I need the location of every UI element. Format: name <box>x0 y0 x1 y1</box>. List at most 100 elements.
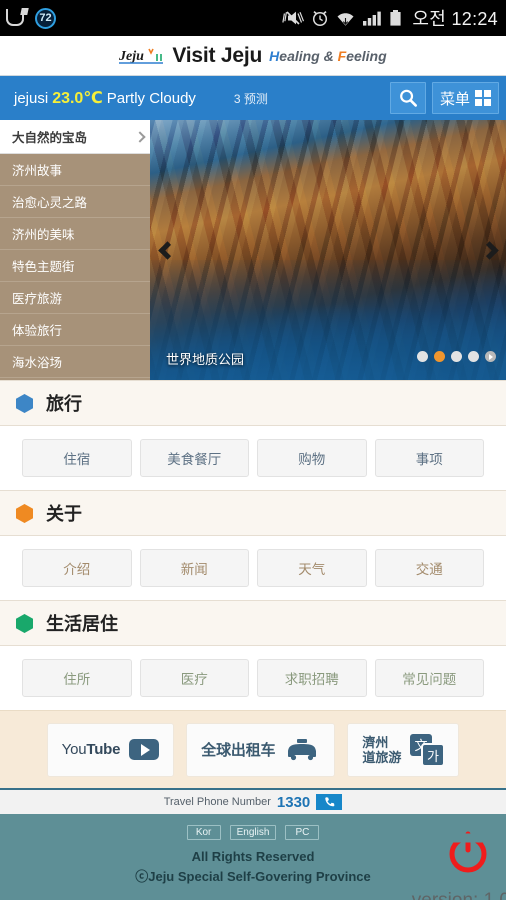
carousel-play-button[interactable] <box>485 351 496 362</box>
svg-text:가: 가 <box>427 749 439 764</box>
banner-youtube-label: YouTube <box>61 741 121 758</box>
header-actions: 菜单 <box>389 82 499 114</box>
tile-transport[interactable]: 交通 <box>374 549 484 587</box>
banner-global-taxi[interactable]: 全球出租车 <box>186 722 336 777</box>
weather-city: jejusi <box>14 89 49 107</box>
tile-faq[interactable]: 常见问题 <box>374 659 484 697</box>
alarm-icon <box>313 10 328 27</box>
weather-condition: Partly Cloudy <box>106 89 196 107</box>
banner-taxi-label: 全球出租车 <box>201 742 276 759</box>
language-switcher: Kor English PC <box>0 825 506 840</box>
svg-text:Jeju: Jeju <box>119 49 144 64</box>
travel-phone-label: Travel Phone Number <box>163 796 271 808</box>
sidebar-item-healing[interactable]: 治愈心灵之路 <box>0 186 150 218</box>
hero-caption: 世界地质公园 <box>166 352 245 367</box>
section-title: 生活居住 <box>46 614 118 634</box>
tile-restaurants[interactable]: 美食餐厅 <box>139 439 249 477</box>
sidebar-item-medical[interactable]: 医疗旅游 <box>0 282 150 314</box>
sidebar-item-label: 济州故事 <box>12 164 63 178</box>
tile-news[interactable]: 新闻 <box>139 549 249 587</box>
section-tiles-living: 住所 医疗 求职招聘 常见问题 <box>0 646 506 710</box>
sidebar-item-story[interactable]: 济州故事 <box>0 154 150 186</box>
chevron-right-icon <box>479 240 499 260</box>
status-bar: 72 오전 12:24 <box>0 0 506 36</box>
status-bar-left: 72 <box>6 7 56 29</box>
copyright-line-2: ⓒJeju Special Self-Govering Province <box>135 869 371 884</box>
youtube-play-icon <box>129 739 160 760</box>
copyright-line-1: All Rights Reserved <box>191 849 315 864</box>
hexagon-blue-icon <box>16 393 33 413</box>
wifi-icon <box>337 13 354 26</box>
section-tiles-travel: 住宿 美食餐厅 购物 事项 <box>0 426 506 490</box>
hero-category-sidebar: 大自然的宝岛 济州故事 治愈心灵之路 济州的美味 特色主题街 医疗旅游 体验旅行… <box>0 120 150 380</box>
chevron-left-icon <box>157 240 177 260</box>
weather-bar: jejusi 23.0℃ Partly Cloudy 3 预测 菜单 <box>0 76 506 120</box>
menu-button[interactable]: 菜单 <box>431 82 499 114</box>
tile-housing[interactable]: 住所 <box>22 659 132 697</box>
jeju-logo-icon: Jeju <box>119 48 164 64</box>
section-title: 关于 <box>46 504 82 524</box>
sidebar-item-experience[interactable]: 体验旅行 <box>0 314 150 346</box>
status-bar-right: 오전 12:24 <box>282 5 498 31</box>
sidebar-item-label: 特色主题街 <box>12 260 75 274</box>
tile-shopping[interactable]: 购物 <box>257 439 367 477</box>
travel-phone-number: 1330 <box>276 793 311 811</box>
hero-carousel: 大自然的宝岛 济州故事 治愈心灵之路 济州的美味 特色主题街 医疗旅游 体验旅行… <box>0 120 506 380</box>
section-header-about: 关于 <box>0 490 506 536</box>
lang-button-pc[interactable]: PC <box>285 825 320 840</box>
call-button[interactable] <box>316 794 343 810</box>
tile-medical[interactable]: 医疗 <box>139 659 249 697</box>
carousel-prev-button[interactable] <box>154 230 180 270</box>
sidebar-item-label: 医疗旅游 <box>12 292 63 306</box>
mute-vibrate-icon <box>282 11 305 25</box>
version-label: version: 1.0 <box>412 890 506 900</box>
section-header-living: 生活居住 <box>0 600 506 646</box>
sidebar-item-label: 治愈心灵之路 <box>12 196 88 210</box>
carousel-dot-active[interactable] <box>434 351 445 362</box>
tile-accommodation[interactable]: 住宿 <box>22 439 132 477</box>
section-header-travel: 旅行 <box>0 380 506 426</box>
carousel-dot[interactable] <box>417 351 428 362</box>
weather-forecast-link[interactable]: 3 预测 <box>234 90 268 107</box>
power-button[interactable] <box>444 828 492 881</box>
carousel-dots <box>417 351 496 362</box>
app-root: 72 오전 12:24 Jeju Visit Jeju Healing & Fe… <box>0 0 506 900</box>
battery-icon <box>390 10 402 26</box>
hexagon-green-icon <box>16 613 33 633</box>
search-icon <box>400 89 417 107</box>
sidebar-item-theme-street[interactable]: 特色主题街 <box>0 250 150 282</box>
tile-weather[interactable]: 天气 <box>257 549 367 587</box>
lang-button-kor[interactable]: Kor <box>186 825 221 840</box>
banner-row: YouTube 全球出租车 濟州 道旅游 文 가 <box>0 710 506 788</box>
tile-events[interactable]: 事项 <box>374 439 484 477</box>
app-title: Visit Jeju <box>172 43 263 67</box>
weather-temperature: 23.0℃ <box>52 90 103 107</box>
carousel-dot[interactable] <box>451 351 462 362</box>
sidebar-item-beach[interactable]: 海水浴场 <box>0 346 150 378</box>
app-header: Jeju Visit Jeju Healing & Feeling <box>0 36 506 76</box>
taxi-icon <box>288 738 317 760</box>
lang-button-english[interactable]: English <box>229 825 277 840</box>
power-icon <box>449 831 487 873</box>
sidebar-item-food[interactable]: 济州的美味 <box>0 218 150 250</box>
banner-youtube[interactable]: YouTube <box>46 722 175 777</box>
signal-icon <box>363 11 382 26</box>
menu-button-label: 菜单 <box>439 90 470 108</box>
sidebar-item-label: 大自然的宝岛 <box>12 131 88 145</box>
carousel-next-button[interactable] <box>476 230 502 270</box>
travel-phone-bar: Travel Phone Number 1330 <box>0 788 506 814</box>
uplus-logo-icon <box>6 8 29 28</box>
section-tiles-about: 介绍 新闻 天气 交通 <box>0 536 506 600</box>
grid-icon <box>475 90 491 106</box>
sidebar-item-label: 海水浴场 <box>12 356 63 370</box>
app-tagline: Healing & Feeling <box>269 47 387 64</box>
sidebar-item-nature[interactable]: 大自然的宝岛 <box>0 120 150 154</box>
hero-image: 世界地质公园 <box>150 120 506 380</box>
tile-jobs[interactable]: 求职招聘 <box>257 659 367 697</box>
status-bar-clock: 오전 12:24 <box>412 9 498 29</box>
tile-introduction[interactable]: 介绍 <box>22 549 132 587</box>
translate-icon: 文 가 <box>410 733 445 766</box>
carousel-dot[interactable] <box>468 351 479 362</box>
search-button[interactable] <box>389 82 426 114</box>
banner-jeju-tour[interactable]: 濟州 道旅游 文 가 <box>347 722 460 777</box>
